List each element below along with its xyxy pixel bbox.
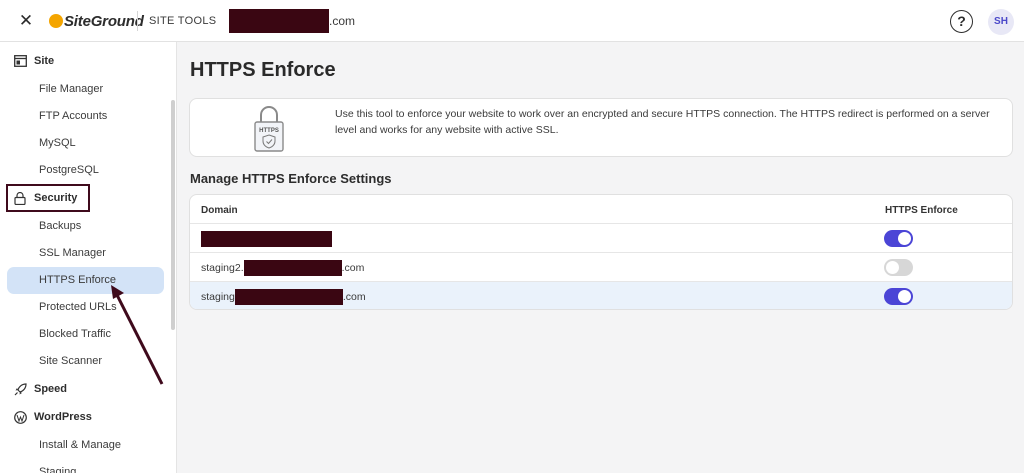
sidebar-section-speed[interactable]: Speed xyxy=(13,379,67,399)
sidebar-item-ftp-accounts[interactable]: FTP Accounts xyxy=(39,108,107,124)
rocket-icon xyxy=(13,382,27,396)
domain-suffix: .com xyxy=(341,262,365,274)
sidebar-item-install-manage[interactable]: Install & Manage xyxy=(39,437,121,453)
section-title: Manage HTTPS Enforce Settings xyxy=(190,171,392,186)
sidebar-section-wordpress[interactable]: WordPress xyxy=(13,407,92,427)
https-enforce-toggle[interactable] xyxy=(884,259,913,276)
header-divider xyxy=(137,11,138,31)
sidebar-item-staging[interactable]: Staging xyxy=(39,464,76,473)
https-enforce-toggle[interactable] xyxy=(884,230,913,247)
sidebar-section-security[interactable]: Security xyxy=(13,188,77,208)
wordpress-icon xyxy=(13,410,27,424)
sidebar-item-site-scanner[interactable]: Site Scanner xyxy=(39,353,102,369)
annotation-arrow-icon xyxy=(111,285,164,385)
top-bar: ✕ SiteGround SITE TOOLS .com ? SH xyxy=(0,0,1024,42)
site-tools-label: SITE TOOLS xyxy=(149,15,217,27)
redacted-domain xyxy=(243,260,342,276)
page-title: HTTPS Enforce xyxy=(190,59,336,81)
sidebar-item-mysql[interactable]: MySQL xyxy=(39,135,76,151)
column-header-domain: Domain xyxy=(201,205,238,216)
sidebar-section-label: Site xyxy=(34,55,55,67)
toggle-knob xyxy=(898,232,911,245)
domain-suffix: .com xyxy=(342,291,366,303)
sidebar-item-ssl-manager[interactable]: SSL Manager xyxy=(39,245,106,261)
sidebar-item-backups[interactable]: Backups xyxy=(39,218,81,234)
info-description: Use this tool to enforce your website to… xyxy=(335,108,990,136)
redacted-domain xyxy=(229,9,329,33)
column-header-https-enforce: HTTPS Enforce xyxy=(885,205,958,216)
svg-text:HTTPS: HTTPS xyxy=(259,128,279,134)
toggle-knob xyxy=(898,290,911,303)
domain-selector[interactable]: .com xyxy=(229,9,355,33)
redacted-domain xyxy=(201,231,332,247)
table-row xyxy=(190,223,1012,252)
logo-text: SiteGround xyxy=(64,12,144,30)
sidebar-section-label: WordPress xyxy=(34,411,92,423)
https-enforce-toggle[interactable] xyxy=(884,288,913,305)
lock-icon xyxy=(13,191,27,205)
table-row: staging .com xyxy=(190,281,1012,309)
redacted-domain xyxy=(234,289,343,305)
toggle-knob xyxy=(886,261,899,274)
info-card: HTTPS Use this tool to enforce your webs… xyxy=(189,98,1013,157)
sidebar-section-label: Speed xyxy=(34,383,68,395)
siteground-logo[interactable]: SiteGround xyxy=(49,11,144,31)
close-icon[interactable]: ✕ xyxy=(17,12,35,30)
https-enforce-table: Domain HTTPS Enforce staging2. .com stag… xyxy=(189,194,1013,310)
sidebar-section-site[interactable]: Site xyxy=(13,51,54,71)
help-icon[interactable]: ? xyxy=(950,10,973,33)
site-icon xyxy=(13,54,27,68)
domain-cell: staging .com xyxy=(201,289,366,305)
domain-prefix: staging xyxy=(201,291,235,303)
domain-prefix: staging2. xyxy=(201,262,244,274)
domain-cell: staging2. .com xyxy=(201,260,364,276)
sidebar-item-postgresql[interactable]: PostgreSQL xyxy=(39,162,99,178)
sidebar: Site File Manager FTP Accounts MySQL Pos… xyxy=(0,42,177,473)
logo-mark-icon xyxy=(49,14,63,28)
domain-cell xyxy=(201,231,332,247)
https-lock-icon: HTTPS xyxy=(254,106,284,152)
domain-suffix: .com xyxy=(329,14,356,28)
sidebar-item-file-manager[interactable]: File Manager xyxy=(39,81,103,97)
avatar[interactable]: SH xyxy=(988,9,1014,35)
table-row: staging2. .com xyxy=(190,252,1012,281)
sidebar-section-label: Security xyxy=(34,192,78,204)
